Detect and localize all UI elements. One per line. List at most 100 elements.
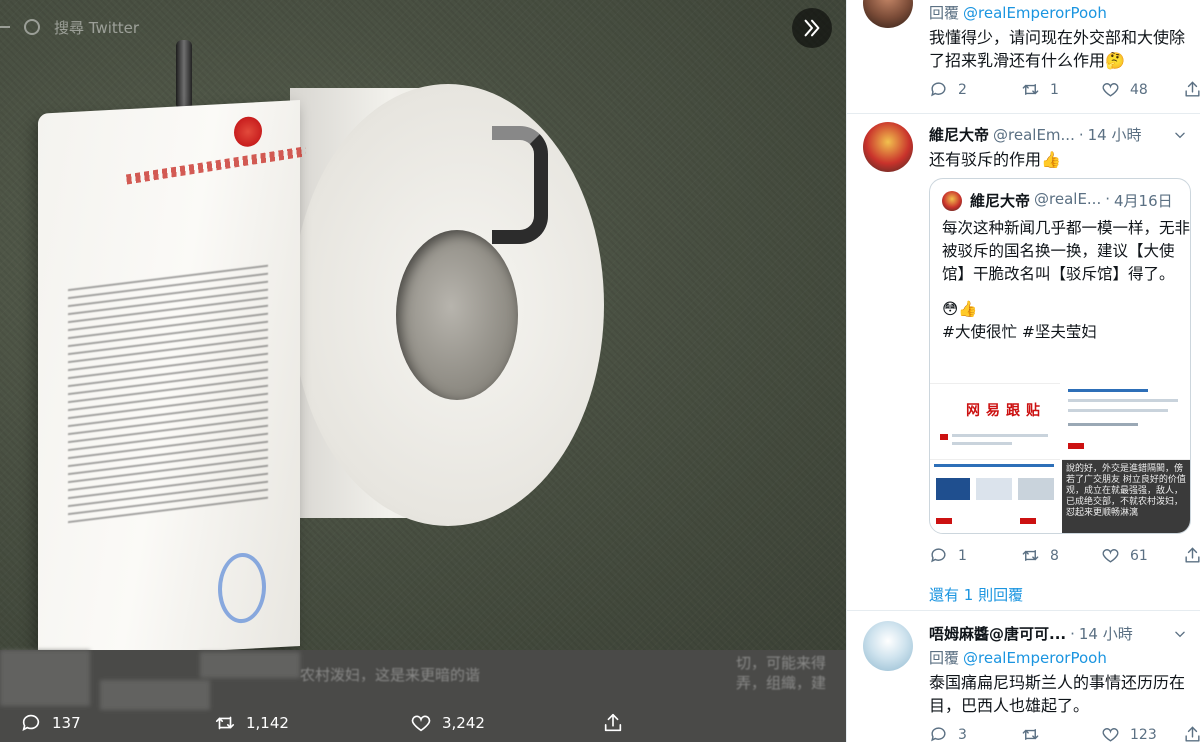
timestamp[interactable]: 14 小時	[1088, 124, 1142, 145]
like-count: 123	[1130, 726, 1157, 742]
replying-to-handle-link[interactable]: @realEmperorPooh	[963, 649, 1107, 667]
timestamp[interactable]: 14 小時	[1079, 623, 1133, 644]
blur-block	[200, 652, 300, 678]
show-more-replies-link[interactable]: 還有 1 則回覆	[929, 584, 1023, 605]
expand-button[interactable]	[792, 8, 832, 48]
thumb-line	[952, 434, 1048, 437]
media-action-bar: 137 1,142 3,242	[0, 702, 846, 742]
media-viewer: 搜尋 Twitter 农村泼妇，这是来更暗的谐 切，可能来得 弄，组織，建 13…	[0, 0, 846, 742]
reply-tweet[interactable]: 維尼大帝 @realEm... · 14 小時 还有驳斥的作用👍 維尼大帝 @r…	[847, 114, 1200, 610]
quote-hashtags[interactable]: #大使很忙 #坚夫莹妇	[942, 321, 1190, 344]
thumb-dark-text: 說的好，外交是進錯隔閡，傍若了广交朋友 树立良好的价值观，成立在就最强强，敌人，…	[1066, 464, 1186, 518]
share-icon	[1185, 547, 1200, 563]
quote-image[interactable]: 网易跟贴	[930, 383, 1060, 457]
replying-to: 回覆 @realEmperorPooh	[929, 647, 1107, 668]
like-button[interactable]: 48	[1101, 80, 1148, 99]
avatar[interactable]	[863, 122, 913, 172]
letter-text-lines	[68, 264, 268, 530]
user-handle[interactable]: @realEm...	[993, 126, 1075, 144]
thumb-line	[1068, 389, 1148, 392]
reply-tweet[interactable]: 回覆 @realEmperorPooh 我懂得少，请问现在外交部和大使除了招来乳…	[847, 0, 1200, 114]
retweet-icon	[215, 716, 235, 730]
thumb-mark	[936, 518, 952, 524]
tweet-header: 維尼大帝 @realEm... · 14 小時	[929, 124, 1141, 145]
reply-icon	[22, 714, 40, 731]
back-arrow-icon[interactable]	[0, 26, 10, 28]
like-button[interactable]: 3,242	[410, 712, 485, 734]
replying-to-label: 回覆	[929, 649, 960, 667]
replies-column: 回覆 @realEmperorPooh 我懂得少，请问现在外交部和大使除了招来乳…	[846, 0, 1200, 742]
blur-block	[0, 650, 90, 706]
tweet-text: 我懂得少，请问现在外交部和大使除了招来乳滑还有什么作用🤔	[929, 28, 1186, 70]
retweet-button[interactable]: 8	[1021, 546, 1059, 565]
holder-bar	[176, 40, 192, 110]
tweet-header: 唔姆麻醬@唐可可... · 14 小時	[929, 623, 1133, 644]
avatar[interactable]	[863, 0, 913, 28]
thumb-block	[976, 478, 1012, 500]
reply-icon	[931, 548, 946, 563]
quote-date: 4月16日	[1114, 192, 1173, 210]
retweet-icon	[1022, 84, 1039, 95]
reply-button[interactable]: 1	[929, 546, 967, 565]
tweet-actions: 2 1 48	[929, 80, 1200, 100]
replying-to-handle-link[interactable]: @realEmperorPooh	[963, 4, 1107, 22]
like-button[interactable]: 123	[1101, 725, 1157, 742]
reply-count: 2	[958, 81, 967, 98]
retweet-count: 1,142	[246, 714, 289, 732]
quote-image[interactable]	[930, 459, 1060, 533]
share-icon	[1185, 81, 1200, 97]
share-button[interactable]	[1183, 725, 1200, 742]
blue-stamp	[218, 551, 266, 625]
like-count: 61	[1130, 547, 1148, 564]
like-count: 3,242	[442, 714, 485, 732]
thumb-mark	[940, 434, 948, 440]
thumb-block	[1018, 478, 1054, 500]
tweet-photo[interactable]	[0, 0, 846, 660]
thumb-line	[952, 442, 1012, 445]
reply-count: 137	[52, 714, 81, 732]
retweet-icon	[1022, 550, 1039, 561]
share-button[interactable]	[602, 712, 624, 734]
quote-text-block: 每次这种新闻几乎都一模一样，无非被驳斥的国名换一换，建议【大使馆】干脆改名叫【驳…	[942, 217, 1190, 344]
holder-arm	[492, 126, 548, 244]
thumb-block	[936, 478, 970, 500]
quote-display-name: 維尼大帝	[970, 192, 1031, 210]
search-bar[interactable]: 搜尋 Twitter	[0, 14, 139, 40]
quote-image[interactable]	[1062, 383, 1190, 457]
search-icon	[24, 19, 40, 35]
chevron-down-icon[interactable]	[1173, 128, 1187, 142]
avatar[interactable]	[863, 621, 913, 671]
chevron-down-icon[interactable]	[1173, 627, 1187, 641]
like-button[interactable]: 61	[1101, 546, 1148, 565]
quote-emoji-line: 😳👍	[942, 300, 978, 318]
share-button[interactable]	[1183, 80, 1200, 99]
thumb-mark	[1020, 518, 1036, 524]
thumb-mark	[1068, 443, 1084, 449]
display-name[interactable]: 唔姆麻醬@唐可可...	[929, 623, 1066, 644]
retweet-icon	[1022, 729, 1039, 740]
blur-text: 切，可能来得	[736, 654, 827, 672]
letterhead-line	[125, 146, 307, 185]
reply-button[interactable]: 137	[20, 712, 81, 734]
blur-text: 弄，组織，建	[736, 674, 827, 692]
double-chevron-right-icon	[804, 19, 820, 37]
reply-count: 3	[958, 726, 967, 742]
display-name[interactable]: 維尼大帝	[929, 124, 989, 145]
quote-image-grid[interactable]: 网易跟贴 說的好，外交是進錯隔閡，傍若了广交朋友 树立良好的价值观，成立在就最强…	[930, 383, 1190, 533]
quote-image[interactable]: 說的好，外交是進錯隔閡，傍若了广交朋友 树立良好的价值观，成立在就最强强，敌人，…	[1062, 459, 1190, 533]
roll-core	[396, 230, 518, 400]
heart-icon	[1102, 83, 1119, 97]
heart-icon	[1102, 728, 1119, 742]
heart-icon	[1102, 549, 1119, 563]
thumb-line	[1068, 423, 1138, 426]
thumb-title: 网易跟贴	[966, 403, 1046, 419]
reply-button[interactable]: 3	[929, 725, 967, 742]
retweet-button[interactable]	[1021, 725, 1050, 742]
retweet-count: 1	[1050, 81, 1059, 98]
reply-button[interactable]: 2	[929, 80, 967, 99]
share-button[interactable]	[1183, 546, 1200, 565]
quoted-tweet[interactable]: 維尼大帝 @realE... · 4月16日 每次这种新闻几乎都一模一样，无非被…	[929, 178, 1191, 534]
retweet-button[interactable]: 1	[1021, 80, 1059, 99]
reply-tweet[interactable]: 唔姆麻醬@唐可可... · 14 小時 回覆 @realEmperorPooh …	[847, 611, 1200, 742]
retweet-button[interactable]: 1,142	[214, 712, 289, 734]
